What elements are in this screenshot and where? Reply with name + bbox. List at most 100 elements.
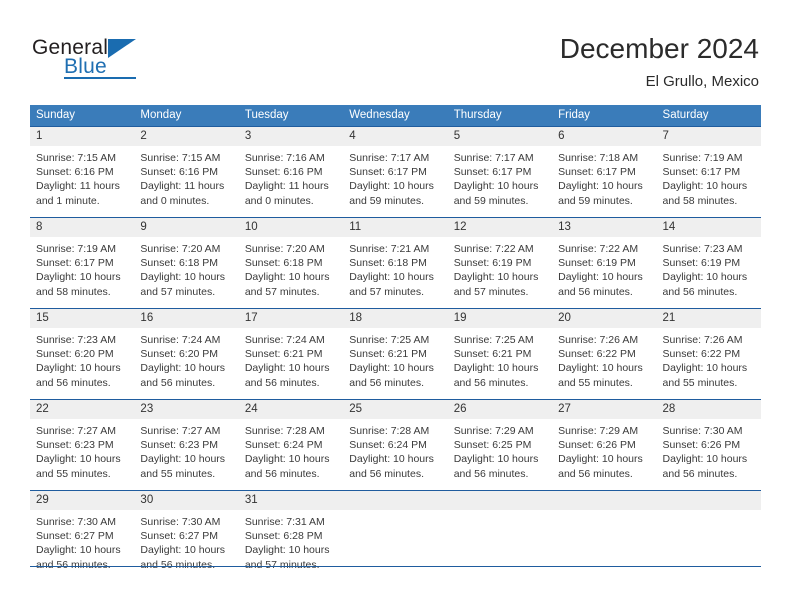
- day-daylight-1-text: Daylight: 10 hours: [349, 180, 434, 193]
- day-sunrise-text: Sunrise: 7:15 AM: [140, 152, 221, 164]
- calendar-day-cell[interactable]: 5 Sunrise: 7:17 AM Sunset: 6:17 PM Daylight…: [447, 126, 553, 218]
- day-sunset-text: Sunset: 6:21 PM: [453, 348, 532, 361]
- day-details: Sunrise: 7:23 AM Sunset: 6:19 PM Daylight:…: [657, 237, 761, 299]
- calendar-day-cell[interactable]: 16 Sunrise: 7:24 AM Sunset: 6:20 PM Dayligh…: [134, 308, 239, 400]
- day-sunrise-text: Sunrise: 7:26 AM: [558, 334, 639, 346]
- day-details: Sunrise: 7:22 AM Sunset: 6:19 PM Daylight:…: [552, 237, 656, 299]
- day-daylight-2-text: and 56 minutes.: [453, 376, 529, 389]
- day-number: 9: [134, 218, 239, 237]
- weekday-header-sunday: Sunday: [30, 105, 135, 127]
- calendar-day-cell[interactable]: 7 Sunrise: 7:19 AM Sunset: 6:17 PM Daylight…: [656, 126, 761, 218]
- calendar-day-cell[interactable]: 28 Sunrise: 7:30 AM Sunset: 6:26 PM Dayligh…: [656, 399, 761, 491]
- day-details: Sunrise: 7:28 AM Sunset: 6:24 PM Daylight:…: [239, 419, 343, 481]
- calendar-day-cell[interactable]: 18 Sunrise: 7:25 AM Sunset: 6:21 PM Dayligh…: [343, 308, 448, 400]
- day-sunset-text: Sunset: 6:18 PM: [349, 257, 427, 270]
- calendar-day-cell[interactable]: 19 Sunrise: 7:25 AM Sunset: 6:21 PM Dayligh…: [447, 308, 553, 400]
- day-sunrise-text: Sunrise: 7:28 AM: [349, 425, 430, 437]
- calendar-day-cell[interactable]: 15 Sunrise: 7:23 AM Sunset: 6:20 PM Dayligh…: [30, 308, 135, 400]
- calendar-day-cell[interactable]: 6 Sunrise: 7:18 AM Sunset: 6:17 PM Daylight…: [552, 126, 657, 218]
- day-daylight-2-text: and 59 minutes.: [558, 194, 633, 207]
- day-number-placeholder: [447, 491, 553, 510]
- calendar-day-cell[interactable]: 14 Sunrise: 7:23 AM Sunset: 6:19 PM Dayligh…: [656, 217, 761, 309]
- day-number: 23: [134, 400, 239, 419]
- day-details: Sunrise: 7:21 AM Sunset: 6:18 PM Daylight:…: [343, 237, 447, 299]
- calendar-day-cell[interactable]: 25 Sunrise: 7:28 AM Sunset: 6:24 PM Dayligh…: [343, 399, 448, 491]
- day-number: 29: [30, 491, 135, 510]
- day-sunrise-text: Sunrise: 7:27 AM: [36, 425, 116, 437]
- calendar-day-cell[interactable]: 11 Sunrise: 7:21 AM Sunset: 6:18 PM Dayligh…: [343, 217, 448, 309]
- calendar-day-cell[interactable]: 1 Sunrise: 7:15 AM Sunset: 6:16 PM Daylight…: [30, 126, 135, 218]
- calendar-page: General Blue December 2024 El Grullo, Me…: [0, 0, 792, 612]
- location-subtitle: El Grullo, Mexico: [645, 73, 759, 90]
- day-number: 20: [552, 309, 657, 328]
- calendar-day-cell[interactable]: 10 Sunrise: 7:20 AM Sunset: 6:18 PM Dayligh…: [238, 217, 344, 309]
- day-daylight-1-text: Daylight: 10 hours: [244, 362, 330, 375]
- day-daylight-2-text: and 55 minutes.: [558, 376, 633, 389]
- day-sunrise-text: Sunrise: 7:23 AM: [662, 243, 743, 255]
- day-details: Sunrise: 7:29 AM Sunset: 6:26 PM Daylight:…: [552, 419, 656, 481]
- day-daylight-2-text: and 56 minutes.: [349, 376, 424, 389]
- day-number-placeholder: [343, 491, 448, 510]
- calendar-week-row: 8 Sunrise: 7:19 AM Sunset: 6:17 PM Daylight…: [30, 217, 761, 309]
- day-details: Sunrise: 7:31 AM Sunset: 6:28 PM Daylight:…: [239, 510, 343, 572]
- day-details: Sunrise: 7:30 AM Sunset: 6:27 PM Daylight:…: [30, 510, 134, 572]
- day-details: Sunrise: 7:15 AM Sunset: 6:16 PM Daylight:…: [134, 146, 238, 208]
- day-sunset-text: Sunset: 6:20 PM: [140, 348, 219, 361]
- day-number: 1: [30, 127, 135, 146]
- calendar-week-row: 15 Sunrise: 7:23 AM Sunset: 6:20 PM Dayligh…: [30, 308, 761, 400]
- day-number: 24: [238, 400, 344, 419]
- weekday-header-row: Sunday Monday Tuesday Wednesday Thursday…: [30, 105, 761, 127]
- calendar-day-cell[interactable]: 12 Sunrise: 7:22 AM Sunset: 6:19 PM Dayligh…: [447, 217, 553, 309]
- day-sunset-text: Sunset: 6:27 PM: [36, 530, 114, 543]
- day-daylight-2-text: and 56 minutes.: [244, 467, 320, 480]
- calendar-day-cell[interactable]: 20 Sunrise: 7:26 AM Sunset: 6:22 PM Dayligh…: [552, 308, 657, 400]
- calendar-day-cell[interactable]: 26 Sunrise: 7:29 AM Sunset: 6:25 PM Dayligh…: [447, 399, 553, 491]
- brand-logo[interactable]: General Blue: [32, 36, 232, 86]
- day-sunset-text: Sunset: 6:26 PM: [662, 439, 741, 452]
- calendar-week-row: 22 Sunrise: 7:27 AM Sunset: 6:23 PM Dayligh…: [30, 399, 761, 491]
- day-daylight-2-text: and 55 minutes.: [140, 467, 216, 480]
- day-sunrise-text: Sunrise: 7:17 AM: [349, 152, 430, 164]
- calendar-day-cell[interactable]: 22 Sunrise: 7:27 AM Sunset: 6:23 PM Dayligh…: [30, 399, 135, 491]
- calendar-day-cell[interactable]: 9 Sunrise: 7:20 AM Sunset: 6:18 PM Daylight…: [134, 217, 239, 309]
- day-daylight-1-text: Daylight: 10 hours: [349, 271, 434, 284]
- day-daylight-1-text: Daylight: 10 hours: [558, 453, 643, 466]
- day-sunset-text: Sunset: 6:18 PM: [140, 257, 219, 270]
- calendar-day-cell[interactable]: 30 Sunrise: 7:30 AM Sunset: 6:27 PM Dayligh…: [134, 490, 239, 581]
- day-sunrise-text: Sunrise: 7:29 AM: [558, 425, 639, 437]
- calendar-day-cell[interactable]: 31 Sunrise: 7:31 AM Sunset: 6:28 PM Dayligh…: [238, 490, 344, 581]
- day-daylight-1-text: Daylight: 10 hours: [349, 362, 434, 375]
- calendar-day-cell[interactable]: 3 Sunrise: 7:16 AM Sunset: 6:16 PM Daylight…: [238, 126, 344, 218]
- day-number: 18: [343, 309, 448, 328]
- day-number: 11: [343, 218, 448, 237]
- calendar-body: 1 Sunrise: 7:15 AM Sunset: 6:16 PM Daylight…: [30, 126, 761, 581]
- day-sunset-text: Sunset: 6:28 PM: [244, 530, 323, 543]
- calendar-day-cell[interactable]: 21 Sunrise: 7:26 AM Sunset: 6:22 PM Dayligh…: [656, 308, 761, 400]
- day-details: Sunrise: 7:30 AM Sunset: 6:26 PM Daylight:…: [657, 419, 761, 481]
- calendar-day-cell[interactable]: 27 Sunrise: 7:29 AM Sunset: 6:26 PM Dayligh…: [552, 399, 657, 491]
- day-sunset-text: Sunset: 6:21 PM: [349, 348, 427, 361]
- calendar-day-cell[interactable]: 2 Sunrise: 7:15 AM Sunset: 6:16 PM Daylight…: [134, 126, 239, 218]
- calendar-day-cell[interactable]: 13 Sunrise: 7:22 AM Sunset: 6:19 PM Dayligh…: [552, 217, 657, 309]
- calendar-day-cell[interactable]: 17 Sunrise: 7:24 AM Sunset: 6:21 PM Dayligh…: [238, 308, 344, 400]
- day-number: 5: [447, 127, 553, 146]
- calendar-day-cell[interactable]: 8 Sunrise: 7:19 AM Sunset: 6:17 PM Daylight…: [30, 217, 135, 309]
- day-daylight-1-text: Daylight: 10 hours: [140, 362, 226, 375]
- calendar-day-cell[interactable]: 29 Sunrise: 7:30 AM Sunset: 6:27 PM Dayligh…: [30, 490, 135, 581]
- day-daylight-1-text: Daylight: 10 hours: [36, 362, 121, 375]
- calendar-day-cell[interactable]: 23 Sunrise: 7:27 AM Sunset: 6:23 PM Dayligh…: [134, 399, 239, 491]
- day-daylight-1-text: Daylight: 10 hours: [140, 271, 226, 284]
- day-number: 22: [30, 400, 135, 419]
- day-daylight-2-text: and 57 minutes.: [349, 285, 424, 298]
- day-number: 26: [447, 400, 553, 419]
- day-number: 27: [552, 400, 657, 419]
- day-daylight-2-text: and 55 minutes.: [662, 376, 738, 389]
- day-daylight-2-text: and 56 minutes.: [662, 285, 738, 298]
- calendar-day-cell[interactable]: 4 Sunrise: 7:17 AM Sunset: 6:17 PM Daylight…: [343, 126, 448, 218]
- calendar-grid: Sunday Monday Tuesday Wednesday Thursday…: [30, 105, 761, 581]
- day-details: Sunrise: 7:26 AM Sunset: 6:22 PM Daylight:…: [657, 328, 761, 390]
- day-details: Sunrise: 7:17 AM Sunset: 6:17 PM Daylight:…: [343, 146, 447, 208]
- day-sunset-text: Sunset: 6:18 PM: [244, 257, 323, 270]
- calendar-day-cell[interactable]: 24 Sunrise: 7:28 AM Sunset: 6:24 PM Dayligh…: [238, 399, 344, 491]
- day-sunrise-text: Sunrise: 7:30 AM: [36, 516, 116, 528]
